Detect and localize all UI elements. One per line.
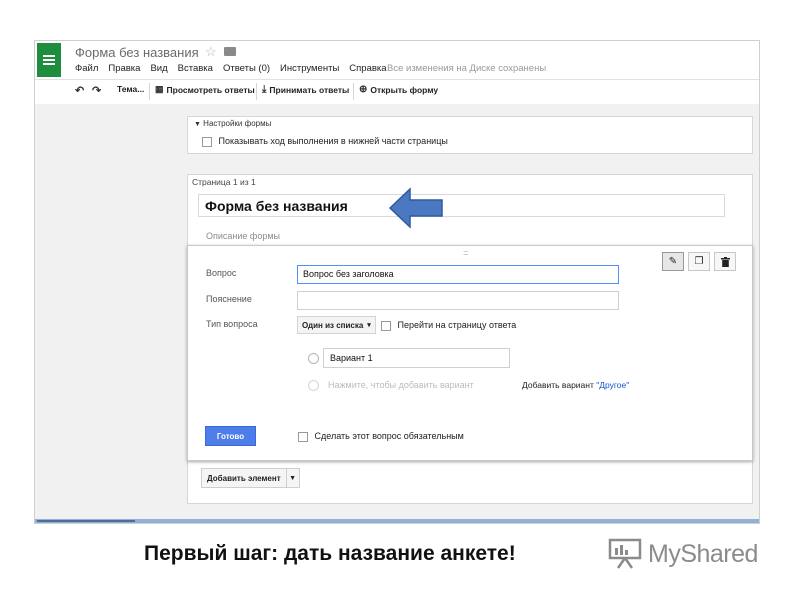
table-icon: ▦ [155, 84, 164, 94]
question-title-label: Вопрос [206, 268, 237, 278]
theme-button[interactable]: Тема... [117, 84, 144, 94]
drag-handle[interactable]: ::::: [463, 250, 469, 257]
save-status: Все изменения на Диске сохранены [387, 63, 547, 74]
taskbar-strip [35, 519, 759, 523]
view-responses-label: Просмотреть ответы [166, 84, 255, 95]
slide-caption: Первый шаг: дать название анкете! [144, 542, 516, 565]
menu-file[interactable]: Файл [75, 63, 98, 74]
page-label: Страница 1 из 1 [192, 177, 256, 187]
accepting-responses-button[interactable]: ⤓ Принимать ответы [262, 84, 349, 95]
pencil-icon: ✎ [668, 256, 678, 267]
help-text-label: Пояснение [206, 294, 252, 304]
duplicate-question-button[interactable]: ❐ [688, 252, 710, 271]
menu-edit[interactable]: Правка [108, 63, 140, 74]
theme-label: Тема... [117, 84, 145, 94]
presentation-board-icon [608, 538, 642, 569]
help-text-input[interactable] [297, 291, 619, 310]
forms-editor-screenshot: Форма без названия ☆ Файл Правка Вид Вст… [34, 40, 760, 524]
toolbar-divider [353, 83, 354, 100]
required-label: Сделать этот вопрос обязательным [314, 431, 464, 441]
open-form-label: Открыть форму [370, 84, 439, 95]
progress-checkbox[interactable] [202, 136, 212, 147]
done-button[interactable]: Готово [205, 426, 256, 446]
myshared-watermark: MyShared [608, 538, 758, 570]
form-settings-toggle[interactable]: ▼ Настройки формы [194, 119, 271, 128]
toolbar-divider [256, 83, 257, 100]
forms-logo[interactable] [37, 43, 61, 77]
question-type-select[interactable]: Один из списка ▾ [297, 316, 376, 334]
form-title-field[interactable]: Форма без названия [198, 194, 725, 217]
menu-insert[interactable]: Вставка [178, 63, 213, 74]
option-radio [308, 353, 319, 364]
goto-page-checkbox[interactable] [381, 320, 391, 331]
form-settings-title: Настройки формы [203, 119, 272, 128]
question-editor-card: ::::: ✎ ❐ Вопрос Вопрос без заголовка По… [187, 245, 753, 461]
watermark-text: MyShared [648, 539, 758, 568]
add-item-label: Добавить элемент [207, 473, 281, 483]
chevron-down-icon: ▾ [367, 322, 371, 329]
open-form-button[interactable]: ⊕ Открыть форму [359, 84, 438, 95]
editor-canvas: ▼ Настройки формы Показывать ход выполне… [35, 104, 759, 523]
star-icon[interactable]: ☆ [205, 44, 217, 60]
add-item-button[interactable]: Добавить элемент ▼ [201, 468, 300, 488]
globe-icon: ⊕ [359, 84, 368, 95]
question-actions: ✎ ❐ [662, 252, 736, 271]
menu-tools[interactable]: Инструменты [280, 63, 339, 74]
copy-icon: ❐ [694, 256, 704, 267]
menu-bar: Файл Правка Вид Вставка Ответы (0) Инстр… [75, 63, 387, 74]
question-type-label: Тип вопроса [206, 319, 258, 329]
redo-button[interactable]: ↷ [92, 84, 101, 97]
document-title[interactable]: Форма без названия [75, 45, 199, 60]
required-checkbox[interactable] [298, 431, 308, 442]
progress-bar-option: Показывать ход выполнения в нижней части… [202, 136, 448, 147]
menu-help[interactable]: Справка [349, 63, 386, 74]
option-1-input[interactable]: Вариант 1 [323, 348, 510, 368]
trash-icon [720, 256, 730, 267]
add-other-option: Добавить вариант "Другое" [522, 380, 629, 390]
add-other-link[interactable]: "Другое" [596, 380, 629, 390]
list-icon [43, 53, 55, 67]
menu-responses[interactable]: Ответы (0) [223, 63, 270, 74]
add-other-prefix: Добавить вариант [522, 380, 597, 390]
delete-question-button[interactable] [714, 252, 736, 271]
question-title-input[interactable]: Вопрос без заголовка [297, 265, 619, 284]
app-header: Форма без названия ☆ Файл Правка Вид Вст… [35, 41, 759, 79]
goto-page-option: Перейти на страницу ответа [381, 320, 516, 331]
left-arrow-icon [388, 187, 443, 229]
required-option: Сделать этот вопрос обязательным [298, 431, 464, 442]
toolbar: ↶ ↷ Тема... ▦ Просмотреть ответы ⤓ Прини… [35, 79, 759, 105]
triangle-down-icon: ▼ [194, 121, 201, 128]
add-option-field[interactable]: Нажмите, чтобы добавить вариант [328, 380, 474, 390]
accepting-responses-label: Принимать ответы [269, 84, 350, 95]
question-type-value: Один из списка [302, 320, 364, 330]
undo-button[interactable]: ↶ [75, 84, 84, 97]
folder-icon[interactable] [224, 47, 236, 56]
form-description-field[interactable]: Описание формы [206, 231, 280, 241]
edit-question-button[interactable]: ✎ [662, 252, 684, 271]
redo-icon: ↷ [92, 85, 102, 97]
download-icon: ⤓ [262, 84, 267, 95]
view-responses-button[interactable]: ▦ Просмотреть ответы [155, 84, 255, 95]
goto-page-label: Перейти на страницу ответа [397, 320, 517, 330]
chevron-down-icon[interactable]: ▼ [285, 469, 299, 487]
form-title-text: Форма без названия [205, 198, 348, 214]
add-option-radio [308, 380, 319, 391]
toolbar-divider [149, 83, 150, 100]
progress-checkbox-label: Показывать ход выполнения в нижней части… [218, 136, 448, 146]
undo-icon: ↶ [75, 85, 85, 97]
form-settings-panel: ▼ Настройки формы Показывать ход выполне… [187, 116, 753, 154]
menu-view[interactable]: Вид [150, 63, 167, 74]
